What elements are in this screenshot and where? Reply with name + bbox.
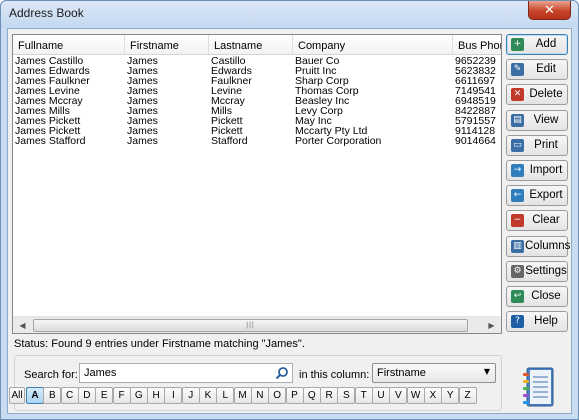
search-input[interactable] — [79, 363, 293, 383]
letter-filter-j[interactable]: J — [181, 387, 200, 404]
table-cell: Porter Corporation — [295, 136, 382, 147]
letter-filter-c[interactable]: C — [60, 387, 79, 404]
print-icon: ▭ — [511, 138, 524, 152]
add-button[interactable]: + Add — [506, 34, 568, 55]
letter-filter-g[interactable]: G — [129, 387, 148, 404]
gear-icon: ⚙ — [511, 264, 524, 278]
column-header-company[interactable]: Company — [293, 35, 453, 54]
print-button-label: Print — [534, 138, 558, 151]
letter-filter-k[interactable]: K — [199, 387, 217, 404]
columns-button-label: Columns — [525, 239, 571, 252]
edit-icon: ✎ — [511, 63, 524, 77]
alphabet-filter: All A B C D E F G H I J K L M N O P Q R S T U V W X Y Z — [9, 387, 479, 404]
window-title: Address Book — [9, 6, 84, 20]
search-icon[interactable] — [275, 366, 289, 380]
clear-icon: − — [511, 214, 524, 228]
letter-filter-d[interactable]: D — [77, 387, 96, 404]
import-button[interactable]: → Import — [506, 160, 568, 181]
column-select-value: Firstname — [377, 367, 426, 379]
letter-filter-t[interactable]: T — [354, 387, 373, 404]
export-button[interactable]: ← Export — [506, 185, 568, 207]
close-circle-icon: ↩ — [511, 290, 524, 303]
column-label: in this column: — [299, 369, 370, 381]
export-icon: ← — [511, 189, 524, 203]
edit-button-label: Edit — [536, 63, 556, 76]
import-button-label: Import — [529, 164, 563, 176]
close-button[interactable]: ↩ Close — [506, 286, 568, 307]
letter-filter-p[interactable]: P — [285, 387, 304, 404]
delete-icon: ✕ — [511, 88, 524, 102]
letter-filter-n[interactable]: N — [250, 387, 269, 404]
settings-button-label: Settings — [525, 264, 567, 277]
scroll-right-icon[interactable]: ▶ — [483, 317, 500, 334]
column-header-bus-phone[interactable]: Bus Phon — [453, 35, 501, 54]
table-cell: 9014664 — [455, 136, 496, 147]
export-button-label: Export — [529, 189, 563, 202]
add-contact-icon: + — [511, 38, 524, 51]
horizontal-scrollbar[interactable]: ◀ ||| ▶ — [13, 316, 501, 333]
client-area: Fullname Firstname Lastname Company Bus … — [7, 28, 572, 414]
letter-filter-a[interactable]: A — [26, 387, 44, 404]
letter-filter-m[interactable]: M — [233, 387, 252, 404]
contacts-list[interactable]: Fullname Firstname Lastname Company Bus … — [12, 34, 502, 334]
column-select[interactable]: Firstname ▼ — [372, 363, 496, 383]
address-book-window: Address Book ✕ Fullname Firstname Lastna… — [0, 0, 579, 420]
table-row[interactable]: James Stafford James Stafford Porter Corpor… — [13, 136, 501, 147]
letter-filter-u[interactable]: U — [372, 387, 390, 404]
scroll-left-icon[interactable]: ◀ — [14, 317, 31, 334]
chevron-down-icon: ▼ — [483, 367, 490, 376]
print-button[interactable]: ▭ Print — [506, 134, 568, 156]
letter-filter-y[interactable]: Y — [441, 387, 460, 404]
title-bar[interactable]: Address Book ✕ — [1, 1, 578, 27]
columns-button[interactable]: ▥ Columns — [506, 235, 571, 257]
table-cell: James — [127, 136, 158, 147]
help-icon: ? — [511, 315, 524, 329]
clear-button-label: Clear — [532, 214, 560, 227]
letter-filter-w[interactable]: W — [406, 387, 425, 404]
list-header: Fullname Firstname Lastname Company Bus … — [13, 35, 501, 55]
table-cell: Stafford — [211, 136, 248, 147]
table-cell: James Stafford — [15, 136, 86, 147]
window-close-button[interactable]: ✕ — [528, 1, 571, 20]
letter-filter-v[interactable]: V — [389, 387, 408, 404]
clear-button[interactable]: − Clear — [506, 210, 568, 232]
help-button-label: Help — [534, 315, 558, 328]
letter-filter-o[interactable]: O — [268, 387, 287, 404]
add-button-label: Add — [535, 38, 557, 50]
delete-button-label: Delete — [529, 88, 563, 101]
column-header-firstname[interactable]: Firstname — [125, 35, 209, 54]
view-button-label: View — [533, 113, 559, 126]
status-text: Status: Found 9 entries under Firstname … — [14, 338, 305, 350]
address-book-icon — [523, 367, 554, 407]
letter-filter-q[interactable]: Q — [302, 387, 321, 404]
edit-button[interactable]: ✎ Edit — [506, 59, 568, 81]
columns-icon: ▥ — [511, 239, 524, 253]
delete-button[interactable]: ✕ Delete — [506, 84, 568, 106]
import-icon: → — [511, 164, 524, 177]
column-header-lastname[interactable]: Lastname — [209, 35, 293, 54]
close-button-label: Close — [531, 290, 561, 302]
letter-filter-z[interactable]: Z — [458, 387, 477, 404]
letter-filter-s[interactable]: S — [337, 387, 356, 404]
help-button[interactable]: ? Help — [506, 311, 568, 333]
view-button[interactable]: ▤ View — [506, 109, 568, 131]
letter-filter-x[interactable]: X — [423, 387, 442, 404]
search-label: Search for: — [24, 369, 78, 381]
column-header-fullname[interactable]: Fullname — [13, 35, 125, 54]
letter-filter-all[interactable]: All — [9, 387, 25, 404]
scroll-thumb[interactable]: ||| — [33, 319, 468, 332]
settings-button[interactable]: ⚙ Settings — [506, 260, 568, 282]
letter-filter-f[interactable]: F — [112, 387, 131, 404]
list-body: James Castillo James Castillo Bauer Co 96522… — [13, 56, 501, 316]
view-icon: ▤ — [511, 113, 524, 127]
letter-filter-l[interactable]: L — [216, 387, 235, 404]
letter-filter-h[interactable]: H — [147, 387, 166, 404]
letter-filter-r[interactable]: R — [320, 387, 339, 404]
letter-filter-b[interactable]: B — [43, 387, 62, 404]
letter-filter-e[interactable]: E — [95, 387, 114, 404]
letter-filter-i[interactable]: I — [164, 387, 183, 404]
